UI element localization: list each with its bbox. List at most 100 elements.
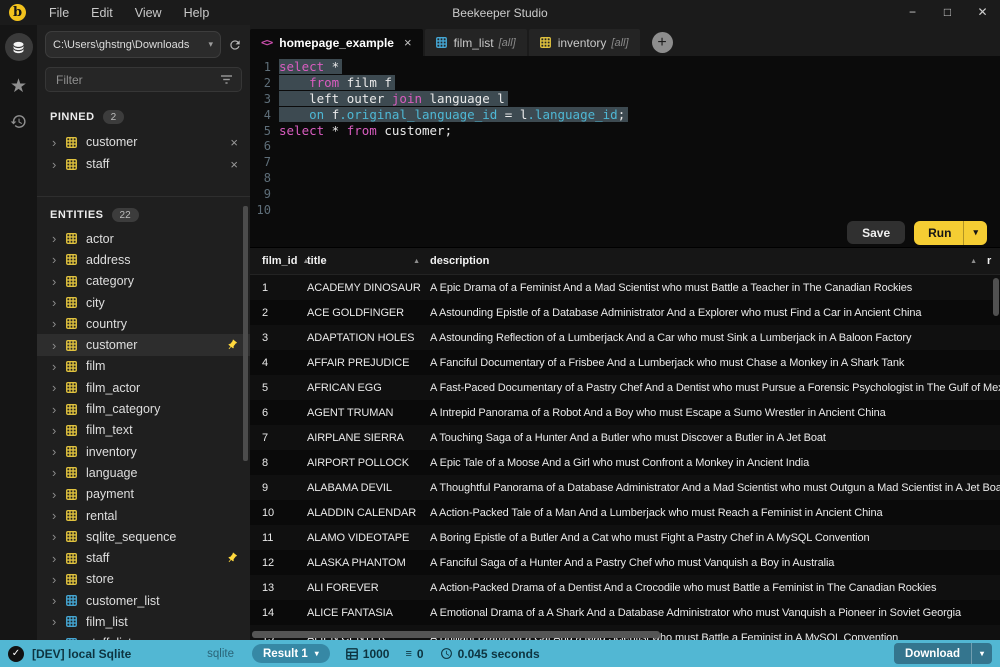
cell-title[interactable]: AGENT TRUMAN [307,407,430,419]
maximize-button[interactable]: □ [930,0,965,25]
unpin-close-icon[interactable]: × [224,135,238,150]
pin-icon[interactable] [220,552,238,564]
run-button[interactable]: Run ▾ [914,221,987,245]
entity-item-film_category[interactable]: ›film_category [37,398,250,419]
entity-item-customer[interactable]: ›customer [37,334,250,355]
menu-edit[interactable]: Edit [80,6,124,20]
history-icon[interactable] [10,113,27,130]
table-row[interactable]: 1ACADEMY DINOSAURA Epic Drama of a Femin… [250,275,1000,300]
cell-description[interactable]: A Action-Packed Tale of a Man And a Lumb… [430,507,1000,519]
table-row[interactable]: 14ALICE FANTASIAA Emotional Drama of a A… [250,600,1000,625]
cell-film-id[interactable]: 12 [250,557,307,569]
entity-item-film_list[interactable]: ›film_list [37,611,250,632]
cell-film-id[interactable]: 2 [250,307,307,319]
connection-path-select[interactable]: C:\Users\ghstng\Downloads ▾ [45,31,221,58]
cell-description[interactable]: A Fanciful Documentary of a Frisbee And … [430,357,1000,369]
cell-title[interactable]: ALAMO VIDEOTAPE [307,532,430,544]
column-header-title[interactable]: title▲ [307,255,430,267]
tab-film_list[interactable]: film_list[all] [425,29,527,56]
tab-inventory[interactable]: inventory[all] [529,29,640,56]
save-button[interactable]: Save [847,221,905,244]
table-row[interactable]: 4AFFAIR PREJUDICEA Fanciful Documentary … [250,350,1000,375]
cell-title[interactable]: ADAPTATION HOLES [307,332,430,344]
cell-description[interactable]: A Emotional Drama of a A Shark And a Dat… [430,607,1000,619]
table-row[interactable]: 7AIRPLANE SIERRAA Touching Saga of a Hun… [250,425,1000,450]
menu-file[interactable]: File [38,6,80,20]
table-row[interactable]: 8AIRPORT POLLOCKA Epic Tale of a Moose A… [250,450,1000,475]
sql-editor[interactable]: 1select *2 from film f3 left outer join … [250,56,1000,221]
download-button[interactable]: Download ▾ [894,643,992,664]
cell-film-id[interactable]: 1 [250,282,307,294]
menu-view[interactable]: View [124,6,173,20]
tab-close-icon[interactable]: × [404,35,412,50]
cell-description[interactable]: A Intrepid Panorama of a Robot And a Boy… [430,407,1000,419]
cell-film-id[interactable]: 11 [250,532,307,544]
cell-title[interactable]: ALI FOREVER [307,582,430,594]
cell-description[interactable]: A Fast-Paced Documentary of a Pastry Che… [430,382,1000,394]
cell-film-id[interactable]: 7 [250,432,307,444]
unpin-close-icon[interactable]: × [224,157,238,172]
table-row[interactable]: 12ALASKA PHANTOMA Fanciful Saga of a Hun… [250,550,1000,575]
pinned-item-staff[interactable]: ›staff× [37,153,250,175]
entity-item-category[interactable]: ›category [37,271,250,292]
favorites-star-icon[interactable]: ★ [10,77,27,96]
table-row[interactable]: 13ALI FOREVERA Action-Packed Drama of a … [250,575,1000,600]
column-header-clipped[interactable]: r [987,255,1000,267]
cell-title[interactable]: ACE GOLDFINGER [307,307,430,319]
cell-film-id[interactable]: 14 [250,607,307,619]
cell-description[interactable]: A Epic Tale of a Moose And a Girl who mu… [430,457,1000,469]
run-options-caret-icon[interactable]: ▾ [964,222,987,243]
cell-title[interactable]: ACADEMY DINOSAUR [307,282,430,294]
cell-film-id[interactable]: 4 [250,357,307,369]
table-row[interactable]: 11ALAMO VIDEOTAPEA Boring Epistle of a B… [250,525,1000,550]
cell-title[interactable]: AFRICAN EGG [307,382,430,394]
entity-item-payment[interactable]: ›payment [37,484,250,505]
entity-item-staff[interactable]: ›staff [37,547,250,568]
refresh-icon[interactable] [228,38,242,52]
close-button[interactable]: ✕ [965,0,1000,25]
cell-title[interactable]: AIRPORT POLLOCK [307,457,430,469]
column-header-film_id[interactable]: film_id▲ [250,255,307,267]
cell-description[interactable]: A Touching Saga of a Hunter And a Butler… [430,432,1000,444]
entity-item-rental[interactable]: ›rental [37,505,250,526]
table-row[interactable]: 3ADAPTATION HOLESA Astounding Reflection… [250,325,1000,350]
cell-title[interactable]: AIRPLANE SIERRA [307,432,430,444]
entity-item-film_actor[interactable]: ›film_actor [37,377,250,398]
vertical-scrollbar[interactable] [993,278,999,316]
cell-description[interactable]: A Action-Packed Drama of a Dentist And a… [430,582,1000,594]
entity-item-inventory[interactable]: ›inventory [37,441,250,462]
cell-film-id[interactable]: 9 [250,482,307,494]
cell-title[interactable]: ALABAMA DEVIL [307,482,430,494]
entity-item-city[interactable]: ›city [37,292,250,313]
cell-description[interactable]: A Astounding Epistle of a Database Admin… [430,307,1000,319]
minimize-button[interactable]: − [895,0,930,25]
cell-film-id[interactable]: 10 [250,507,307,519]
cell-title[interactable]: AFFAIR PREJUDICE [307,357,430,369]
entity-item-language[interactable]: ›language [37,462,250,483]
cell-description[interactable]: A Astounding Reflection of a Lumberjack … [430,332,1000,344]
cell-title[interactable]: ALICE FANTASIA [307,607,430,619]
cell-film-id[interactable]: 3 [250,332,307,344]
tab-homepage_example[interactable]: <>homepage_example× [250,29,423,56]
pin-icon[interactable] [220,339,238,351]
menu-help[interactable]: Help [173,6,221,20]
result-select[interactable]: Result 1 ▾ [252,644,330,663]
download-options-caret-icon[interactable]: ▾ [972,645,992,663]
cell-film-id[interactable]: 8 [250,457,307,469]
cell-film-id[interactable]: 13 [250,582,307,594]
new-tab-button[interactable]: + [652,32,673,53]
filter-input[interactable] [54,72,220,88]
column-header-description[interactable]: description▲ [430,255,987,267]
table-row[interactable]: 10ALADDIN CALENDARA Action-Packed Tale o… [250,500,1000,525]
cell-description[interactable]: A Epic Drama of a Feminist And a Mad Sci… [430,282,1000,294]
entity-item-staff_list[interactable]: ›staff_list [37,633,250,640]
entity-item-film[interactable]: ›film [37,356,250,377]
entity-item-actor[interactable]: ›actor [37,228,250,249]
cell-description[interactable]: A Boring Epistle of a Butler And a Cat w… [430,532,1000,544]
pinned-item-customer[interactable]: ›customer× [37,131,250,153]
entity-item-address[interactable]: ›address [37,249,250,270]
entity-item-film_text[interactable]: ›film_text [37,420,250,441]
table-row[interactable]: 9ALABAMA DEVILA Thoughtful Panorama of a… [250,475,1000,500]
cell-title[interactable]: ALADDIN CALENDAR [307,507,430,519]
table-row[interactable]: 5AFRICAN EGGA Fast-Paced Documentary of … [250,375,1000,400]
